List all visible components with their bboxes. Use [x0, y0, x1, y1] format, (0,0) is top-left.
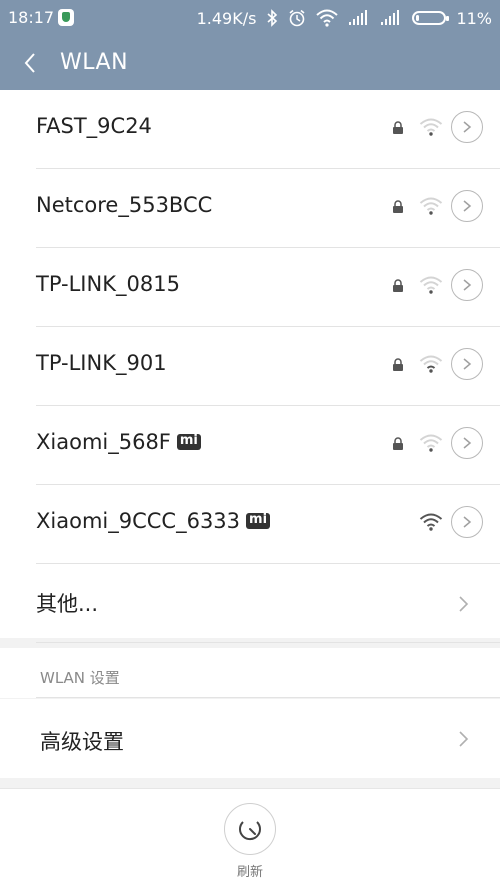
advanced-settings-row[interactable]: 高级设置: [0, 699, 500, 778]
chevron-right-icon: [463, 121, 472, 133]
other-networks-label: 其他...: [36, 592, 99, 616]
bottom-bar: 刷新: [0, 788, 500, 889]
other-networks-row[interactable]: 其他...: [0, 564, 500, 643]
signal-icon: [381, 10, 400, 25]
refresh-label: 刷新: [236, 865, 263, 880]
network-detail-button[interactable]: [451, 190, 483, 222]
network-name: TP-LINK_0815: [36, 272, 180, 296]
title-bar: WLAN: [0, 36, 500, 90]
wlan-settings-section: WLAN 设置: [0, 648, 500, 698]
network-row[interactable]: TP-LINK_901: [0, 327, 500, 406]
network-name: Netcore_553BCC: [36, 193, 213, 217]
refresh-button[interactable]: [224, 803, 276, 855]
back-arrow-icon[interactable]: [16, 48, 46, 78]
network-row[interactable]: Xiaomi_9CCC_6333: [0, 485, 500, 564]
network-list: FAST_9C24 Netcore_553BCC TP-LINK_0815 TP…: [0, 90, 500, 643]
network-detail-button[interactable]: [451, 269, 483, 301]
lock-icon: [393, 200, 403, 213]
refresh-icon: [238, 820, 261, 840]
network-detail-button[interactable]: [451, 427, 483, 459]
bluetooth-icon: [267, 9, 278, 27]
status-icons: 1.49K/s 11%: [197, 8, 492, 28]
status-time: 18:17: [8, 8, 55, 27]
section-title: WLAN 设置: [40, 669, 120, 687]
network-name: TP-LINK_901: [36, 351, 167, 375]
wifi-signal-icon: [419, 276, 443, 294]
lock-icon: [393, 121, 403, 134]
signal-icon: [349, 10, 368, 25]
lock-icon: [393, 279, 403, 292]
chevron-right-icon: [463, 437, 472, 449]
network-detail-button[interactable]: [451, 111, 483, 143]
lock-icon: [393, 437, 403, 450]
chevron-right-icon: [463, 516, 472, 528]
wifi-signal-icon: [419, 434, 443, 452]
battery-percent: 11%: [456, 8, 492, 28]
network-row[interactable]: Netcore_553BCC: [0, 169, 500, 248]
wifi-signal-icon: [419, 197, 443, 215]
wifi-signal-icon: [419, 513, 443, 531]
alarm-icon: [289, 9, 305, 27]
chevron-right-icon: [463, 358, 472, 370]
shield-icon: [58, 9, 74, 26]
chevron-right-icon: [463, 279, 472, 291]
divider: [36, 697, 500, 698]
network-row[interactable]: FAST_9C24: [0, 90, 500, 169]
network-detail-button[interactable]: [451, 506, 483, 538]
wifi-signal-icon: [419, 355, 443, 373]
mi-icon: [246, 512, 271, 529]
chevron-right-icon: [463, 200, 472, 212]
wifi-icon: [316, 9, 339, 27]
network-name: FAST_9C24: [36, 114, 152, 138]
network-row[interactable]: Xiaomi_568F: [0, 406, 500, 485]
mi-icon: [176, 433, 201, 450]
chevron-right-icon: [459, 731, 469, 747]
network-name: Xiaomi_9CCC_6333: [36, 509, 271, 533]
network-speed: 1.49K/s: [196, 8, 257, 28]
network-name: Xiaomi_568F: [36, 430, 201, 454]
network-detail-button[interactable]: [451, 348, 483, 380]
lock-icon: [393, 358, 403, 371]
wifi-signal-icon: [419, 118, 443, 136]
status-bar: 18:17 1.49K/s 11%: [0, 0, 500, 36]
network-row[interactable]: TP-LINK_0815: [0, 248, 500, 327]
advanced-settings-label: 高级设置: [40, 730, 124, 754]
divider: [36, 642, 500, 643]
chevron-right-icon: [459, 596, 469, 612]
page-title: WLAN: [60, 50, 129, 75]
battery-icon: [412, 11, 450, 25]
